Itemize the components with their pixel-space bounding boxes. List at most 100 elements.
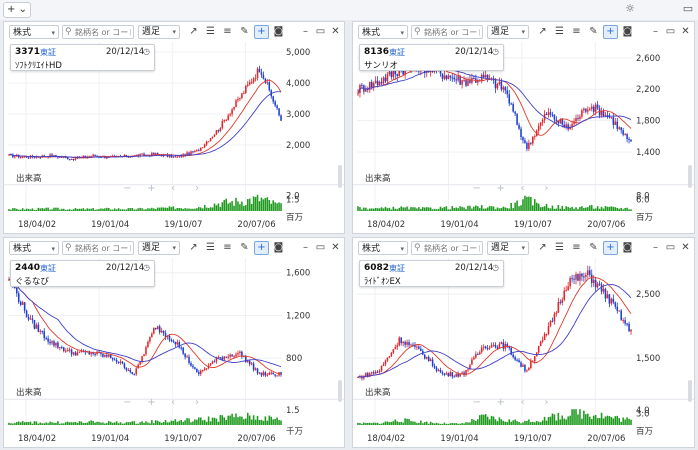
clock-icon[interactable]: ◷ [143,263,150,272]
candle-body [610,298,613,304]
scroll-left-icon[interactable]: ‹ [171,183,175,194]
scrollbar[interactable] [688,379,692,403]
clock-icon[interactable]: ◷ [492,263,499,272]
volume-bar [256,415,259,425]
zoom-out-icon[interactable]: − [123,183,131,194]
lines-tool-icon[interactable]: ≡ [569,241,584,255]
moving-average-short [8,79,282,159]
search-input[interactable] [424,242,480,254]
crosshair-icon[interactable]: + [254,25,269,39]
clock-icon[interactable]: ◷ [492,47,499,56]
clock-icon[interactable]: ◷ [143,47,150,56]
candle-body [16,287,18,294]
scroll-right-icon[interactable]: › [195,397,199,408]
volume-bar [274,202,276,211]
close-icon[interactable]: ✕ [679,241,692,255]
maximize-panel-icon[interactable]: ▭ [664,241,677,255]
candle-body [248,360,251,365]
pencil-icon[interactable]: ✎ [586,241,601,255]
indicator-tool-icon[interactable]: ☰ [552,25,567,39]
maximize-panel-icon[interactable]: ▭ [664,25,677,39]
close-icon[interactable]: ✕ [679,25,692,39]
lines-tool-icon[interactable]: ≡ [220,25,235,39]
volume-bar [25,421,28,425]
scrollbar[interactable] [688,165,692,189]
market-select[interactable]: 株式 ▾ [358,241,408,255]
minimize-panel-icon[interactable]: – [299,25,312,39]
volume-bar [19,209,22,211]
scrollbar[interactable] [338,379,342,403]
trendline-tool-icon[interactable]: ↗ [535,241,550,255]
scroll-right-icon[interactable]: › [195,183,199,194]
add-chart-menu-button[interactable]: + ⌄ [3,2,31,18]
minimize-icon[interactable]: ▭ [680,2,696,16]
trendline-tool-icon[interactable]: ↗ [186,241,201,255]
market-select[interactable]: 株式 ▾ [9,241,59,255]
candle-body [209,363,212,366]
period-select[interactable]: 週足 ▾ [138,25,180,39]
period-select[interactable]: 週足 ▾ [138,241,180,255]
indicator-tool-icon[interactable]: ☰ [203,241,218,255]
camera-icon[interactable]: ◙ [271,241,286,255]
period-select[interactable]: 週足 ▾ [487,25,529,39]
trendline-tool-icon[interactable]: ↗ [186,25,201,39]
pencil-icon[interactable]: ✎ [237,241,252,255]
close-icon[interactable]: ✕ [329,241,342,255]
candle-body [579,116,581,119]
zoom-out-icon[interactable]: − [123,397,131,408]
market-select[interactable]: 株式 ▾ [9,25,59,39]
scroll-right-icon[interactable]: › [545,397,549,408]
lines-tool-icon[interactable]: ≡ [220,241,235,255]
volume-bar [431,422,434,425]
symbol-search[interactable]: ⚲ [62,241,134,255]
volume-bar [198,207,200,211]
trendline-tool-icon[interactable]: ↗ [535,25,550,39]
zoom-out-icon[interactable]: − [473,397,481,408]
crosshair-icon[interactable]: + [603,25,618,39]
crosshair-icon[interactable]: + [254,241,269,255]
volume-bar [602,418,605,425]
volume-bar [170,207,173,211]
maximize-panel-icon[interactable]: ▭ [314,25,327,39]
indicator-tool-icon[interactable]: ☰ [552,241,567,255]
scroll-left-icon[interactable]: ‹ [171,397,175,408]
search-input[interactable] [424,26,480,38]
crosshair-icon[interactable]: + [603,241,618,255]
gear-icon[interactable]: ☼ [622,2,638,16]
zoom-in-icon[interactable]: + [497,183,505,194]
minimize-panel-icon[interactable]: – [299,241,312,255]
volume-bar [547,417,550,425]
search-input[interactable] [75,242,131,254]
candle-body [581,273,583,277]
volume-bar [477,419,479,425]
zoom-out-icon[interactable]: − [473,183,481,194]
scroll-left-icon[interactable]: ‹ [521,397,525,408]
indicator-tool-icon[interactable]: ☰ [203,25,218,39]
camera-icon[interactable]: ◙ [271,25,286,39]
camera-icon[interactable]: ◙ [620,241,635,255]
lines-tool-icon[interactable]: ≡ [569,25,584,39]
symbol-search[interactable]: ⚲ [411,241,483,255]
candle-body [484,346,487,349]
camera-icon[interactable]: ◙ [620,25,635,39]
search-input[interactable] [75,26,131,38]
volume-bar [217,421,220,425]
pencil-icon[interactable]: ✎ [586,25,601,39]
scroll-right-icon[interactable]: › [545,183,549,194]
minimize-panel-icon[interactable]: – [649,25,662,39]
minimize-panel-icon[interactable]: – [649,241,662,255]
zoom-in-icon[interactable]: + [147,397,155,408]
symbol-search[interactable]: ⚲ [411,25,483,39]
volume-bar [243,205,245,211]
zoom-in-icon[interactable]: + [497,397,505,408]
close-icon[interactable]: ✕ [329,25,342,39]
period-select[interactable]: 週足 ▾ [487,241,529,255]
pencil-icon[interactable]: ✎ [237,25,252,39]
scrollbar[interactable] [338,165,342,189]
candle-body [76,352,79,356]
market-select[interactable]: 株式 ▾ [358,25,408,39]
maximize-panel-icon[interactable]: ▭ [314,241,327,255]
symbol-search[interactable]: ⚲ [62,25,134,39]
zoom-in-icon[interactable]: + [147,183,155,194]
scroll-left-icon[interactable]: ‹ [521,183,525,194]
